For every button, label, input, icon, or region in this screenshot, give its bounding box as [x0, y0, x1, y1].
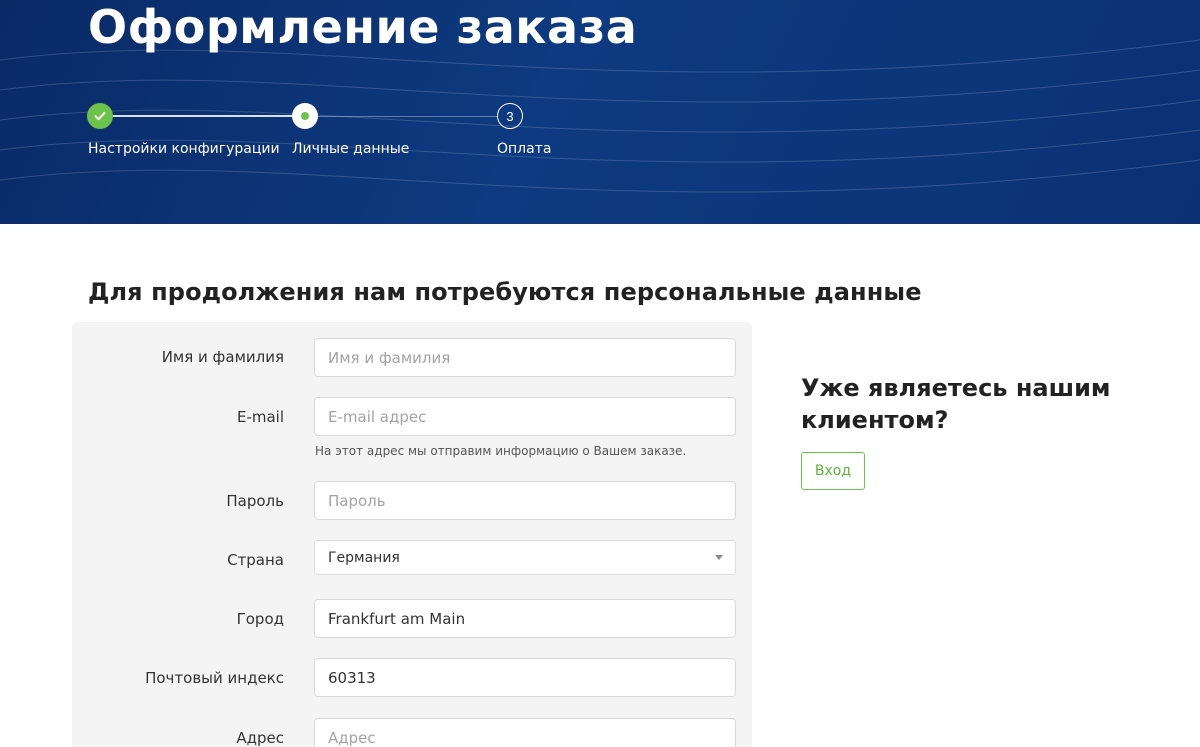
address-input[interactable]: [314, 718, 736, 747]
step-2-circle: [292, 103, 318, 129]
address-label: Адрес: [236, 729, 284, 747]
country-select-value: Германия: [328, 549, 400, 566]
form-heading: Для продолжения нам потребуются персонал…: [88, 278, 922, 306]
step-connector-2: [318, 116, 497, 117]
dot-icon: [301, 112, 309, 120]
existing-client-heading: Уже являетесь нашим клиентом?: [801, 374, 1111, 434]
zip-label: Почтовый индекс: [145, 669, 284, 687]
name-label: Имя и фамилия: [161, 348, 284, 366]
email-hint: На этот адрес мы отправим информацию о В…: [315, 444, 687, 458]
step-3-number: 3: [506, 108, 514, 124]
step-3-label: Оплата: [497, 141, 552, 157]
email-input[interactable]: [314, 397, 736, 436]
email-label: E-mail: [236, 408, 284, 426]
city-input[interactable]: [314, 599, 736, 638]
personal-data-form: Имя и фамилия E-mail На этот адрес мы от…: [72, 322, 752, 747]
step-1-label: Настройки конфигурации: [88, 141, 280, 157]
login-button[interactable]: Вход: [801, 452, 865, 490]
name-input[interactable]: [314, 338, 736, 377]
country-select[interactable]: Германия: [314, 540, 736, 575]
page-header-banner: Оформление заказа 3 Настройки конфигурац…: [0, 0, 1200, 224]
step-3-circle: 3: [497, 103, 523, 129]
checkout-stepper: 3 Настройки конфигурации Личные данные О…: [0, 0, 1200, 224]
password-input[interactable]: [314, 481, 736, 520]
password-label: Пароль: [226, 492, 284, 510]
check-icon: [94, 111, 106, 121]
step-connector-1: [113, 115, 292, 117]
step-1-circle: [87, 103, 113, 129]
zip-input[interactable]: [314, 658, 736, 697]
chevron-down-icon: [715, 555, 723, 560]
step-2-label: Личные данные: [292, 141, 410, 157]
city-label: Город: [236, 610, 284, 628]
country-label: Страна: [227, 551, 284, 569]
